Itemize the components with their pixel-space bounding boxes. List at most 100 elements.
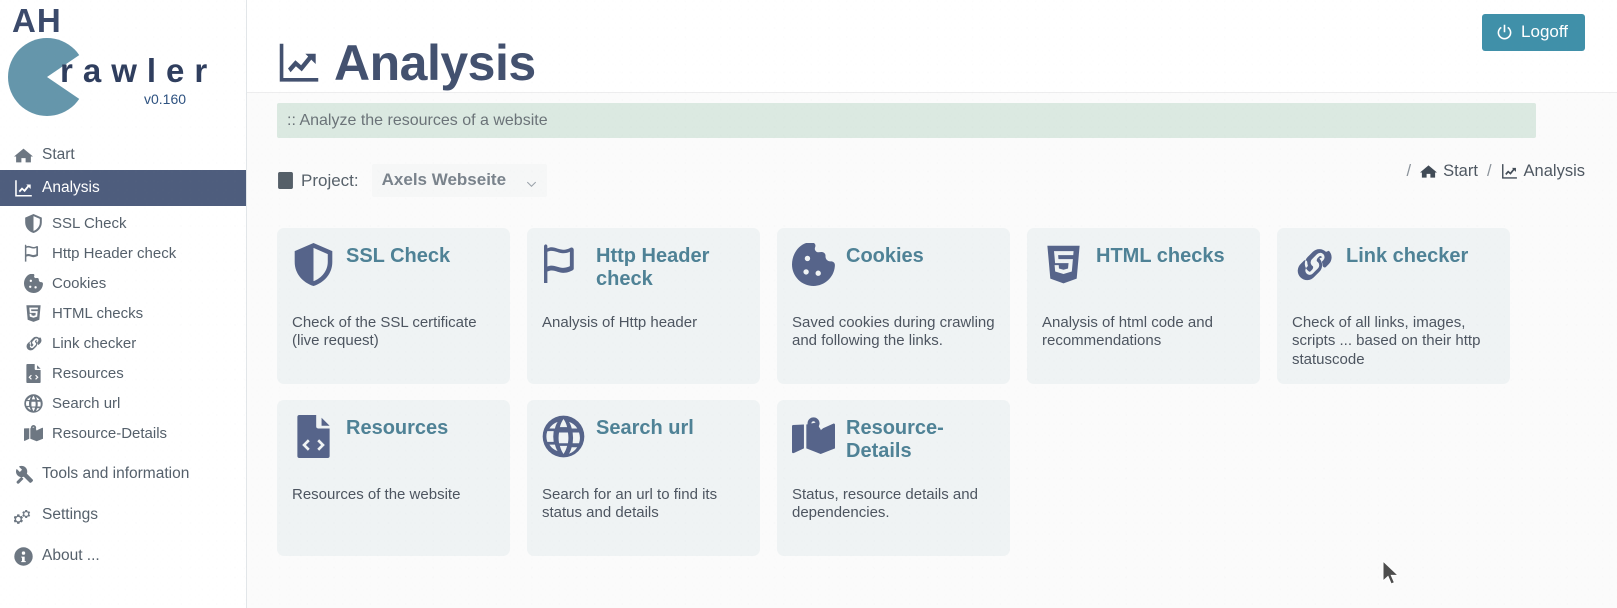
html5-icon [24,304,43,323]
card-description: Status, resource details and dependencie… [792,486,978,522]
analysis-card-link-checker[interactable]: Link checker Check of all links, images, … [1277,228,1510,384]
card-description: Saved cookies during crawling and follow… [792,314,995,350]
sidebar-item-label: HTML checks [52,304,144,322]
project-select-value: Axels Webseite [381,170,507,189]
analysis-card-ssl-check[interactable]: SSL Check Check of the SSL certificate (l… [277,228,510,384]
file-code-icon [292,415,335,458]
sidebar-item-start[interactable]: Start [0,140,247,170]
sidebar-item-cookies[interactable]: Cookies [0,268,247,298]
shield-icon [24,213,43,233]
card-header: Resource-Details [792,414,996,470]
card-title: Search url [596,417,694,439]
chart-line-icon [277,41,321,85]
home-icon [1420,163,1438,180]
sidebar-item-tools-and-information[interactable]: Tools and information [0,459,247,489]
card-description: Check of the SSL certificate (live reque… [292,314,477,350]
card-header: Resources [292,414,496,470]
html5-icon [1042,243,1085,286]
card-header: SSL Check [292,242,496,298]
app-root: AH rawler v0.160 Start Analysis SSL Check H… [0,0,1617,608]
sidebar-item-resources[interactable]: Resources [0,358,247,388]
info-circle-icon [14,546,33,566]
sidebar-item-about[interactable]: About ... [0,541,247,571]
card-title: HTML checks [1096,245,1225,267]
card-header: Cookies [792,242,996,298]
card-header: Link checker [1292,242,1496,298]
sidebar-item-label: Search url [52,394,121,412]
card-title: Link checker [1346,245,1469,267]
info-banner: :: Analyze the resources of a website [277,103,1536,138]
sidebar-item-label: Analysis [42,179,100,196]
cookie-icon [792,242,835,286]
card-header: Http Header check [542,242,746,298]
sidebar-item-link-checker[interactable]: Link checker [0,328,247,358]
sidebar-item-label: Resource-Details [52,424,168,442]
sidebar-item-ssl-check[interactable]: SSL Check [0,208,247,238]
logoff-button[interactable]: Logoff [1482,14,1585,51]
sidebar-item-analysis[interactable]: Analysis [0,170,247,206]
sidebar-item-label: Http Header check [52,244,177,262]
file-code-icon [24,363,43,383]
page-title: Analysis [334,34,536,91]
main-content: Analysis Logoff :: Analyze the resources… [247,0,1617,608]
sidebar-item-search-url[interactable]: Search url [0,388,247,418]
sidebar-item-label: SSL Check [52,214,127,232]
sidebar-item-label: Settings [42,506,99,523]
card-header: HTML checks [1042,242,1246,298]
brand-logo[interactable]: AH rawler v0.160 [0,0,247,140]
link-icon [24,334,43,353]
brand-ah-text: AH [12,2,62,39]
breadcrumb-item-start[interactable]: Start [1420,162,1478,181]
sidebar: AH rawler v0.160 Start Analysis SSL Check H… [0,0,247,608]
sidebar-item-http-header-check[interactable]: Http Header check [0,238,247,268]
brand-word-text: rawler [60,52,218,89]
card-description: Analysis of Http header [542,314,698,331]
book-icon [277,172,294,189]
globe-icon [24,393,43,413]
chevron-down-icon [526,175,537,187]
sidebar-item-label: Tools and information [42,465,190,482]
card-title: Resource-Details [846,417,944,462]
map-marker-icon [24,424,43,443]
card-title: SSL Check [346,245,451,267]
globe-icon [542,415,585,458]
logoff-label: Logoff [1521,22,1568,41]
mouse-cursor [1382,560,1400,585]
card-description: Check of all links, images, scripts ... … [1292,314,1481,368]
shield-icon [292,243,335,286]
breadcrumb-separator: / [1406,162,1412,180]
analysis-card-search-url[interactable]: Search url Search for an url to find its … [527,400,760,556]
sidebar-item-resource-details[interactable]: Resource-Details [0,418,247,448]
tools-icon [14,465,33,484]
card-description: Search for an url to find its status and… [542,486,718,522]
home-icon [14,146,33,165]
card-header: Search url [542,414,746,470]
card-title: Cookies [846,245,924,267]
project-select[interactable]: Axels Webseite [371,164,547,197]
card-description: Resources of the website [292,486,461,503]
sidebar-item-label: About ... [42,547,100,564]
link-icon [1292,243,1335,286]
project-selector-row: Project: Axels Webseite [277,164,547,197]
analysis-card-resource-details[interactable]: Resource-Details Status, resource details… [777,400,1010,556]
cookie-icon [24,273,43,293]
breadcrumb-item-analysis[interactable]: Analysis [1501,162,1585,181]
breadcrumb-separator: / [1486,162,1492,180]
analysis-card-cookies[interactable]: Cookies Saved cookies during crawling and… [777,228,1010,384]
analysis-card-http-header-check[interactable]: Http Header check Analysis of Http header [527,228,760,384]
analysis-card-resources[interactable]: Resources Resources of the website [277,400,510,556]
breadcrumb-item-label: Analysis [1523,162,1585,180]
analysis-card-html-checks[interactable]: HTML checks Analysis of html code and rec… [1027,228,1260,384]
sidebar-item-html-checks[interactable]: HTML checks [0,298,247,328]
chart-line-icon [1501,163,1518,180]
map-marker-icon [792,415,835,458]
sidebar-item-label: Start [42,146,75,163]
chart-line-icon [14,179,33,198]
sidebar-nav: Start Analysis SSL Check Http Header check C… [0,140,247,571]
project-label: Project: [301,170,359,190]
analysis-cards-grid: SSL Check Check of the SSL certificate (l… [277,228,1532,556]
card-description: Analysis of html code and recommendation… [1042,314,1213,350]
sidebar-item-settings[interactable]: Settings [0,500,247,530]
sidebar-item-label: Cookies [52,274,107,292]
sidebar-item-label: Link checker [52,334,137,352]
